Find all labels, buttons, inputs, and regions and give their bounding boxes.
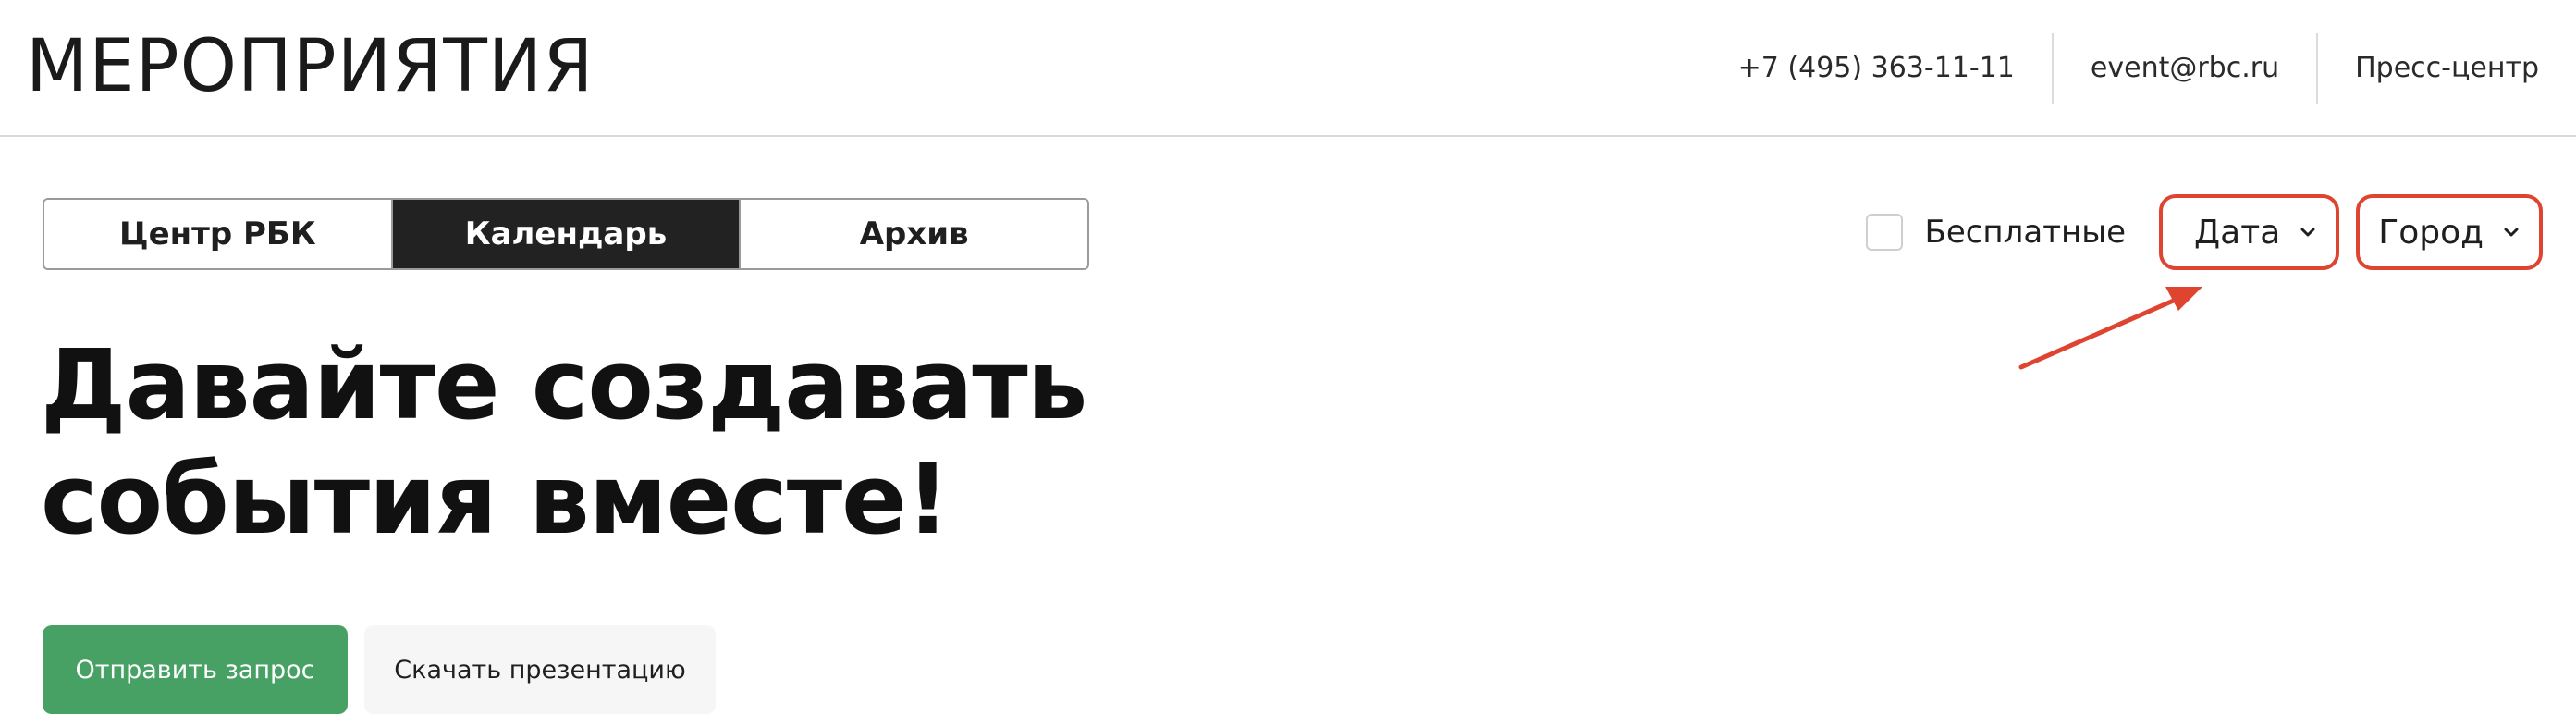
tab-archive[interactable]: Архив (739, 200, 1087, 268)
section-tabs: Центр РБК Календарь Архив (43, 198, 1089, 270)
tab-calendar[interactable]: Календарь (390, 200, 740, 268)
email-link[interactable]: event@rbc.ru (2054, 33, 2316, 104)
hero-title-line: события вместе! (41, 443, 950, 556)
site-header: МЕРОПРИЯТИЯ +7 (495) 363-11-11 event@rbc… (0, 0, 2576, 137)
free-checkbox[interactable] (1865, 214, 1903, 251)
send-request-button[interactable]: Отправить запрос (43, 625, 348, 714)
chevron-down-icon (2500, 221, 2522, 243)
chevron-down-icon (2297, 221, 2319, 243)
city-dropdown[interactable]: Город (2356, 194, 2543, 270)
header-contacts: +7 (495) 363-11-11 event@rbc.ru Пресс-це… (1701, 33, 2539, 104)
event-filters: Бесплатные Дата Город (1865, 192, 2543, 272)
tab-rbc-center[interactable]: Центр РБК (44, 200, 391, 268)
hero-title-line: Давайте создавать (41, 328, 1087, 441)
site-logo[interactable]: МЕРОПРИЯТИЯ (26, 24, 594, 109)
free-filter-label: Бесплатные (1924, 214, 2127, 251)
date-dropdown-label: Дата (2194, 213, 2281, 252)
date-dropdown[interactable]: Дата (2159, 194, 2340, 270)
hero-title: Давайте создавать события вместе! (41, 327, 1243, 557)
free-filter[interactable]: Бесплатные (1865, 214, 2127, 251)
download-presentation-button[interactable]: Скачать презентацию (364, 625, 716, 714)
press-center-link[interactable]: Пресс-центр (2318, 33, 2539, 104)
phone-link[interactable]: +7 (495) 363-11-11 (1701, 33, 2052, 104)
city-dropdown-label: Город (2378, 213, 2484, 252)
